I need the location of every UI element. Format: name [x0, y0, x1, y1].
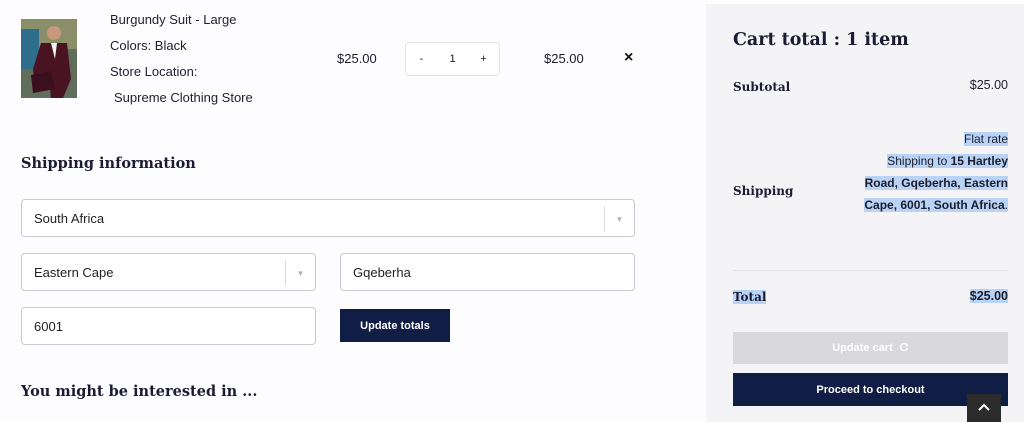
remove-item-button[interactable]: × — [624, 49, 633, 67]
postcode-value: 6001 — [34, 318, 63, 334]
refresh-icon — [899, 342, 909, 355]
city-input[interactable]: Gqeberha — [340, 253, 635, 291]
close-icon: × — [624, 49, 634, 66]
country-value: South Africa — [34, 210, 105, 226]
shipping-info-title: Shipping information — [21, 155, 196, 172]
line-total: $25.00 — [544, 51, 584, 66]
shipping-details: Flat rate Shipping to 15 Hartley Road, G… — [858, 128, 1008, 216]
store-location-label: Store Location: — [110, 64, 198, 79]
product-thumbnail[interactable] — [21, 19, 77, 98]
store-name: Supreme Clothing Store — [114, 90, 253, 105]
subtotal-value: $25.00 — [969, 78, 1008, 92]
product-name[interactable]: Burgundy Suit - Large — [110, 12, 253, 38]
shipping-method: Flat rate — [963, 132, 1008, 146]
shipping-label: Shipping — [733, 184, 794, 198]
update-cart-button[interactable]: Update cart — [733, 332, 1008, 364]
chevron-up-icon — [977, 399, 991, 417]
related-products-title: You might be interested in ... — [21, 383, 258, 400]
cart-total-title: Cart total : 1 item — [733, 30, 909, 50]
subtotal-label: Subtotal — [733, 80, 791, 94]
chevron-down-icon: ▼ — [604, 206, 634, 232]
quantity-increase-button[interactable]: + — [468, 53, 499, 65]
shipping-suffix: . — [1004, 198, 1008, 212]
chevron-down-icon: ▼ — [285, 260, 315, 286]
quantity-input[interactable]: 1 — [437, 53, 468, 65]
total-value: $25.00 — [969, 289, 1008, 303]
product-color: Colors: Black — [110, 38, 187, 53]
update-totals-button[interactable]: Update totals — [340, 309, 450, 342]
postcode-input[interactable]: 6001 — [21, 307, 316, 345]
scroll-to-top-button[interactable] — [967, 394, 1001, 422]
total-label: Total — [733, 290, 767, 304]
province-value: Eastern Cape — [34, 264, 114, 280]
province-select[interactable]: Eastern Cape ▼ — [21, 253, 316, 291]
city-value: Gqeberha — [353, 264, 411, 280]
quantity-decrease-button[interactable]: - — [406, 53, 437, 65]
totals-divider — [733, 270, 1008, 271]
country-select[interactable]: South Africa ▼ — [21, 199, 635, 237]
update-cart-label: Update cart — [832, 342, 893, 354]
quantity-stepper: - 1 + — [405, 42, 500, 76]
shipping-prefix: Shipping to — [887, 154, 948, 168]
unit-price: $25.00 — [337, 51, 377, 66]
product-details: Burgundy Suit - Large Colors: Black Stor… — [110, 12, 253, 116]
